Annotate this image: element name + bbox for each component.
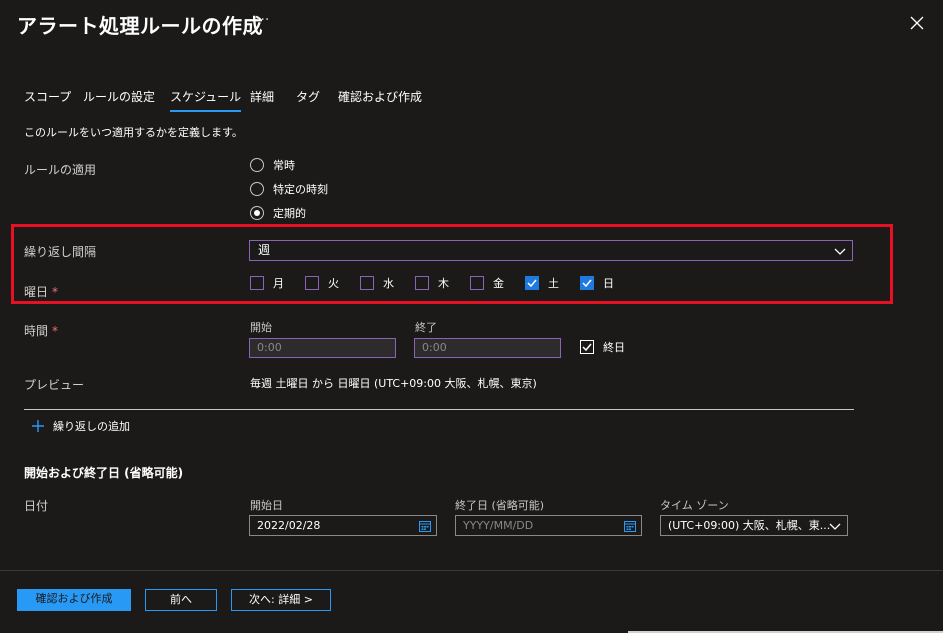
day-label: 木 — [438, 277, 449, 290]
chevron-down-icon — [834, 248, 846, 255]
day-saturday[interactable]: 土 — [525, 275, 580, 291]
previous-button[interactable]: 前へ — [145, 589, 217, 611]
tab-rule-settings[interactable]: ルールの設定 — [83, 88, 155, 105]
recurrence-label: 繰り返し間隔 — [24, 245, 97, 259]
day-sunday[interactable]: 日 — [580, 275, 635, 291]
end-date-placeholder: YYYY/MM/DD — [463, 519, 534, 532]
required-marker: * — [52, 285, 59, 299]
required-marker: * — [52, 324, 59, 338]
end-date-input[interactable]: YYYY/MM/DD — [455, 515, 642, 536]
checkbox[interactable] — [305, 276, 319, 290]
day-label: 日 — [603, 277, 614, 290]
timezone-label: タイム ゾーン — [660, 499, 729, 512]
day-label: 金 — [493, 277, 504, 290]
end-time-input[interactable]: 0:00 — [414, 338, 561, 358]
radio-specific-time[interactable]: 特定の時刻 — [250, 181, 328, 197]
next-button[interactable]: 次へ: 詳細 > — [231, 589, 331, 611]
preview-label: プレビュー — [24, 378, 85, 392]
allday-label: 終日 — [603, 341, 625, 354]
more-options-icon[interactable]: ··· — [256, 12, 269, 28]
page-title: アラート処理ルールの作成 — [17, 14, 263, 38]
checkbox[interactable] — [360, 276, 374, 290]
weekday-checkboxes: 月 火 水 木 金 土 日 — [250, 275, 635, 291]
recurrence-value: 週 — [258, 243, 271, 257]
divider — [24, 409, 854, 410]
apply-label: ルールの適用 — [24, 163, 97, 177]
end-time-label: 終了 — [415, 321, 437, 334]
day-label: 水 — [383, 277, 394, 290]
start-date-input[interactable]: 2022/02/28 — [249, 515, 437, 536]
calendar-icon[interactable] — [419, 520, 431, 532]
checkmark-icon — [582, 279, 592, 288]
day-wednesday[interactable]: 水 — [360, 275, 415, 291]
checkbox[interactable] — [250, 276, 264, 290]
allday-checkbox[interactable]: 終日 — [580, 339, 625, 355]
checkbox[interactable] — [415, 276, 429, 290]
chevron-down-icon — [829, 523, 841, 530]
day-friday[interactable]: 金 — [470, 275, 525, 291]
schedule-description: このルールをいつ適用するかを定義します。 — [24, 126, 243, 139]
day-monday[interactable]: 月 — [250, 275, 305, 291]
day-label: 火 — [328, 277, 339, 290]
tab-details[interactable]: 詳細 — [250, 88, 274, 105]
radio-label: 特定の時刻 — [273, 183, 328, 196]
day-label: 月 — [273, 277, 284, 290]
add-recurrence-label: 繰り返しの追加 — [53, 420, 130, 433]
review-create-button[interactable]: 確認および作成 — [17, 589, 131, 611]
highlight-box — [11, 224, 893, 304]
radio-label: 常時 — [273, 159, 295, 172]
time-label: 時間 * — [24, 324, 59, 338]
recurrence-select[interactable]: 週 — [249, 240, 853, 261]
checkmark-icon — [582, 343, 592, 352]
radio-recurring[interactable]: 定期的 — [250, 205, 306, 221]
end-date-label: 終了日 (省略可能) — [455, 499, 545, 512]
radio-always[interactable]: 常時 — [250, 157, 295, 173]
checkmark-icon — [527, 279, 537, 288]
tab-schedule[interactable]: スケジュール — [170, 88, 242, 112]
timezone-value: (UTC+09:00) 大阪、札幌、東... — [668, 519, 831, 532]
calendar-icon[interactable] — [624, 520, 636, 532]
radio-button[interactable] — [250, 206, 264, 220]
footer-divider — [0, 570, 943, 571]
tab-scope[interactable]: スコープ — [24, 88, 71, 105]
day-thursday[interactable]: 木 — [415, 275, 470, 291]
checkbox[interactable] — [470, 276, 484, 290]
tab-tags[interactable]: タグ — [296, 88, 320, 105]
tab-review-create[interactable]: 確認および作成 — [338, 88, 422, 105]
plus-icon — [32, 420, 44, 432]
day-tuesday[interactable]: 火 — [305, 275, 360, 291]
weekday-label: 曜日 * — [24, 285, 59, 299]
close-icon[interactable] — [908, 14, 926, 32]
add-recurrence-button[interactable]: 繰り返しの追加 — [31, 418, 130, 434]
date-label: 日付 — [24, 499, 49, 513]
start-time-input[interactable]: 0:00 — [249, 338, 396, 358]
preview-text: 毎週 土曜日 から 日曜日 (UTC+09:00 大阪、札幌、東京) — [250, 377, 537, 390]
dates-section-title: 開始および終了日 (省略可能) — [24, 466, 184, 480]
checkbox[interactable] — [580, 340, 594, 354]
radio-button[interactable] — [250, 182, 264, 196]
radio-button[interactable] — [250, 158, 264, 172]
checkbox[interactable] — [580, 276, 594, 290]
start-time-label: 開始 — [250, 321, 272, 334]
checkbox[interactable] — [525, 276, 539, 290]
radio-label: 定期的 — [273, 207, 306, 220]
start-date-label: 開始日 — [250, 499, 283, 512]
timezone-select[interactable]: (UTC+09:00) 大阪、札幌、東... — [660, 515, 848, 536]
day-label: 土 — [548, 277, 559, 290]
start-date-value: 2022/02/28 — [257, 519, 321, 532]
